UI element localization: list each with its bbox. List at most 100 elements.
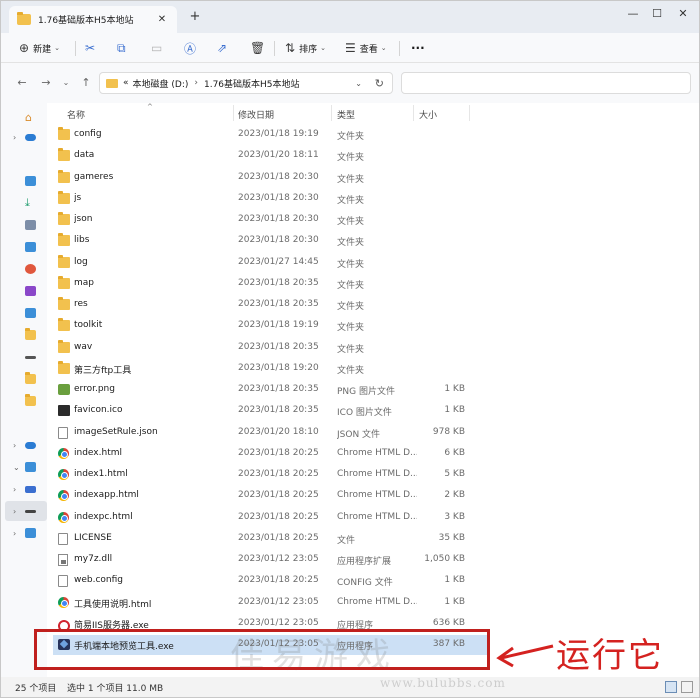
nav-item-network[interactable]: › [13, 527, 43, 539]
file-row[interactable]: 第三方ftp工具 2023/01/18 19:20 文件夹 [53, 359, 489, 379]
file-row[interactable]: LICENSE 2023/01/18 20:25 文件 35 KB [53, 529, 489, 549]
new-tab-button[interactable]: + [187, 9, 203, 25]
chevron-right-icon: › [13, 440, 17, 450]
file-row[interactable]: gameres 2023/01/18 20:30 文件夹 [53, 168, 489, 188]
nav-item-downloads[interactable]: ⤓ [13, 196, 43, 209]
tab-close-button[interactable]: ✕ [155, 14, 169, 25]
file-row[interactable]: indexpc.html 2023/01/18 20:25 Chrome HTML … [53, 508, 489, 528]
file-row[interactable]: my7z.dll 2023/01/12 23:05 应用程序扩展 1,050 KB [53, 550, 489, 570]
tab-current-folder[interactable]: 1.76基础版本H5本地站 ✕ [9, 6, 177, 33]
file-modified-date: 2023/01/18 20:30 [238, 192, 319, 203]
new-label: 新建 [33, 44, 52, 55]
copy-button[interactable]: ⧉ [117, 38, 130, 58]
file-size: 1 KB [444, 384, 465, 394]
more-options-button[interactable]: ··· [411, 38, 425, 58]
column-divider[interactable] [331, 105, 332, 121]
file-icon [58, 426, 68, 439]
share-button[interactable]: ⇗ [217, 38, 231, 58]
cut-button[interactable]: ✂ [85, 38, 99, 58]
file-row[interactable]: config 2023/01/18 19:19 文件夹 [53, 125, 489, 145]
nav-item-pictures[interactable] [13, 241, 43, 253]
address-bar[interactable]: « 本地磁盘 (D:) › 1.76基础版本H5本地站 ⌄ ↻ [99, 72, 393, 94]
view-button[interactable]: ☰ 查看 ⌄ [345, 38, 387, 58]
file-row[interactable]: imageSetRule.json 2023/01/20 18:10 JSON 文件… [53, 423, 489, 443]
sort-button[interactable]: ⇅ 排序 ⌄ [285, 38, 326, 58]
column-header-date[interactable]: 修改日期 [238, 108, 274, 121]
paste-button[interactable]: ▭ [151, 38, 166, 58]
folder-icon [58, 127, 70, 140]
nav-item-pinned-4[interactable] [13, 372, 43, 385]
file-row[interactable]: res 2023/01/18 20:35 文件夹 [53, 295, 489, 315]
column-header-type[interactable]: 类型 [337, 108, 355, 121]
file-row[interactable]: index1.html 2023/01/18 20:25 Chrome HTML D… [53, 465, 489, 485]
file-row[interactable]: 手机端本地预览工具.exe 2023/01/12 23:05 应用程序 387 KB [53, 635, 489, 655]
file-row[interactable]: indexapp.html 2023/01/18 20:25 Chrome HTML… [53, 486, 489, 506]
refresh-icon[interactable]: ↻ [375, 77, 384, 90]
chevron-down-icon[interactable]: ⌄ [355, 79, 362, 88]
nav-item-pinned-3[interactable] [13, 351, 43, 363]
file-row[interactable]: js 2023/01/18 20:30 文件夹 [53, 189, 489, 209]
tiles-view-button[interactable] [681, 681, 693, 693]
nav-item-home[interactable]: ⌂ [13, 111, 43, 124]
nav-item-pinned-5[interactable] [13, 394, 43, 407]
nav-item-onedrive[interactable]: › [13, 131, 43, 143]
nav-item-music[interactable] [13, 263, 43, 275]
file-row[interactable]: index.html 2023/01/18 20:25 Chrome HTML D.… [53, 444, 489, 464]
column-divider[interactable] [233, 105, 234, 121]
recent-locations-button[interactable]: ⌄ [59, 76, 73, 90]
file-size: 1 KB [444, 575, 465, 586]
new-button[interactable]: ⊕ 新建 ⌄ [19, 38, 60, 58]
file-name: favicon.ico [74, 405, 123, 416]
file-row[interactable]: map 2023/01/18 20:35 文件夹 [53, 274, 489, 294]
file-row[interactable]: libs 2023/01/18 20:30 文件夹 [53, 231, 489, 251]
file-row[interactable]: toolkit 2023/01/18 19:19 文件夹 [53, 316, 489, 336]
file-row[interactable]: log 2023/01/27 14:45 文件夹 [53, 253, 489, 273]
file-type: 文件夹 [337, 174, 365, 185]
file-size: 5 KB [444, 469, 465, 479]
column-divider[interactable] [413, 105, 414, 121]
nav-item-videos[interactable] [13, 285, 43, 297]
breadcrumb-overflow[interactable]: « [123, 78, 129, 88]
folder-icon [17, 12, 31, 25]
file-modified-date: 2023/01/18 20:35 [238, 277, 319, 288]
column-header-size[interactable]: 大小 [419, 108, 437, 121]
breadcrumb-current-folder[interactable]: 1.76基础版本H5本地站 [204, 77, 300, 90]
file-name: index.html [74, 447, 122, 458]
search-input[interactable] [401, 72, 691, 94]
file-row[interactable]: error.png 2023/01/18 20:35 PNG 图片文件 1 KB [53, 380, 489, 400]
file-row[interactable]: json 2023/01/18 20:30 文件夹 [53, 210, 489, 230]
forward-button[interactable]: → [39, 76, 53, 90]
file-modified-date: 2023/01/18 19:20 [238, 362, 319, 373]
rename-button[interactable]: Ⓐ [184, 38, 200, 58]
details-view-button[interactable] [665, 681, 677, 693]
file-row[interactable]: 工具使用说明.html 2023/01/12 23:05 Chrome HTML D… [53, 593, 489, 613]
file-size: 2 KB [444, 490, 465, 501]
nav-item-pinned-1[interactable] [13, 307, 43, 319]
document-icon [25, 220, 36, 230]
plus-circle-icon: ⊕ [19, 41, 30, 55]
breadcrumb-drive[interactable]: 本地磁盘 (D:) [133, 77, 189, 90]
up-button[interactable]: ↑ [79, 76, 93, 90]
nav-item-documents[interactable] [13, 219, 43, 231]
nav-item-drive-c[interactable]: › [13, 483, 43, 495]
folder-icon [58, 254, 70, 268]
column-divider[interactable] [469, 105, 470, 121]
file-row[interactable]: 简易IIS服务器.exe 2023/01/12 23:05 应用程序 636 KB [53, 614, 489, 634]
file-row[interactable]: wav 2023/01/18 20:35 文件夹 [53, 338, 489, 358]
delete-button[interactable]: 🗑︎ [250, 38, 269, 58]
column-header-name[interactable]: 名称 [67, 108, 85, 121]
file-row[interactable]: favicon.ico 2023/01/18 20:35 ICO 图片文件 1 KB [53, 401, 489, 421]
nav-item-desktop[interactable] [13, 175, 43, 187]
file-row[interactable]: web.config 2023/01/18 20:25 CONFIG 文件 1 KB [53, 571, 489, 591]
nav-item-this-pc[interactable]: ⌄ [13, 461, 43, 473]
maximize-button[interactable]: ☐ [643, 3, 671, 25]
nav-item-cloud[interactable]: › [13, 439, 43, 451]
nav-item-drive-d[interactable]: › [5, 501, 47, 521]
close-window-button[interactable]: ✕ [669, 3, 697, 25]
folder-icon [58, 233, 70, 247]
file-row[interactable]: data 2023/01/20 18:11 文件夹 [53, 146, 489, 166]
nav-item-pinned-2[interactable] [13, 328, 43, 341]
back-button[interactable]: ← [15, 76, 29, 90]
drive-icon [25, 355, 36, 359]
dll-icon [58, 554, 68, 566]
